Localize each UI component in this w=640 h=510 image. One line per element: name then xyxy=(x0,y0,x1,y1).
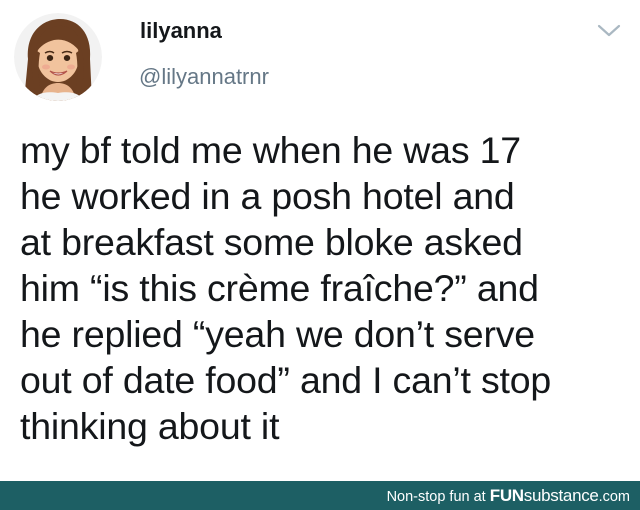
tweet-text: my bf told me when he was 17 he worked i… xyxy=(20,129,552,447)
watermark-brand-bold: FUN xyxy=(489,486,524,505)
watermark-text: Non-stop fun at FUNsubstance.com xyxy=(387,486,630,506)
watermark-footer: Non-stop fun at FUNsubstance.com xyxy=(0,481,640,510)
chevron-down-icon[interactable] xyxy=(596,22,622,40)
watermark-prefix: Non-stop fun at xyxy=(386,489,490,505)
memoji-avatar-icon xyxy=(14,13,102,101)
display-name[interactable]: lilyanna xyxy=(140,18,222,44)
user-handle[interactable]: @lilyannatrnr xyxy=(139,64,269,90)
tweet-card: lilyanna @lilyannatrnr my bf told me whe… xyxy=(0,0,640,481)
watermark-brand-light: substance xyxy=(523,486,599,505)
watermark-brand-suffix: .com xyxy=(598,489,630,505)
avatar[interactable] xyxy=(14,13,102,101)
